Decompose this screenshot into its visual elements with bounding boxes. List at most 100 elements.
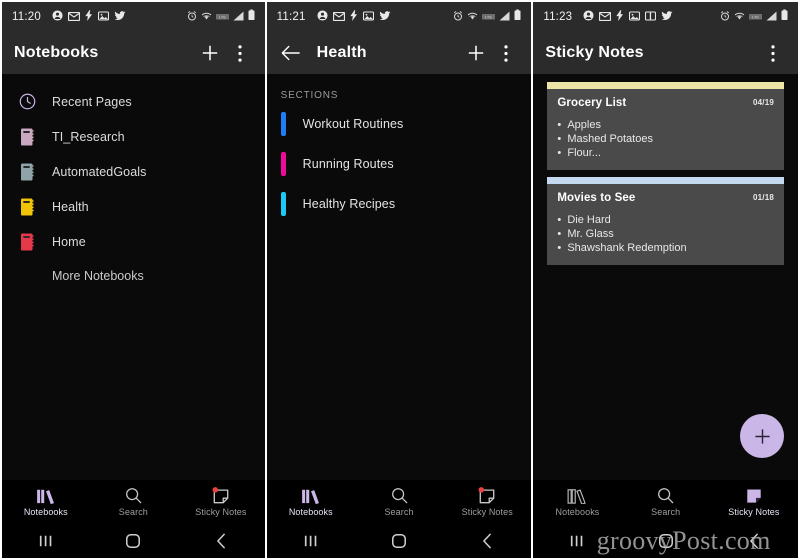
nav-item-label: Notebooks [555, 507, 600, 517]
svg-text:LTE: LTE [752, 15, 759, 20]
note-items: Die Hard Mr. Glass Shawshank Redemption [557, 213, 774, 255]
status-bar-left: 11:21 [277, 8, 454, 26]
add-icon[interactable] [463, 40, 489, 66]
page-title: Sticky Notes [545, 44, 644, 61]
signal-icon [233, 8, 244, 26]
list-item-recent-pages[interactable]: Recent Pages [2, 84, 265, 119]
twitter-icon [661, 8, 673, 26]
mail-icon [67, 8, 81, 26]
search-icon [657, 487, 674, 504]
note-title: Movies to See [557, 192, 636, 204]
status-bar-right: LTE [720, 8, 788, 26]
nav-item-sticky-notes[interactable]: Sticky Notes [177, 480, 265, 524]
screenshot-root: 11:20 LTE Notebooks Recent Pages TI_Rese… [0, 0, 800, 560]
recents-icon[interactable] [2, 534, 90, 548]
sections-list: SECTIONS Workout Routines Running Routes… [266, 74, 532, 480]
back-icon[interactable] [710, 533, 798, 549]
nav-item-notebooks[interactable]: Notebooks [267, 480, 355, 524]
home-icon[interactable] [355, 533, 443, 549]
signal-icon [766, 8, 777, 26]
page-title: Notebooks [14, 44, 99, 61]
nav-item-search[interactable]: Search [355, 480, 443, 524]
note-title: Grocery List [557, 97, 627, 109]
badge-dot [212, 487, 218, 493]
twitter-icon [379, 8, 391, 26]
section-color-tab [280, 151, 286, 176]
nav-item-notebooks[interactable]: Notebooks [2, 480, 90, 524]
more-notebooks-button[interactable]: More Notebooks [2, 259, 265, 293]
overflow-menu-icon[interactable] [760, 40, 786, 66]
sticky-note-icon [212, 487, 230, 504]
note-item: Mr. Glass [557, 227, 774, 241]
list-item-health[interactable]: Health [2, 189, 265, 224]
page-title: Health [316, 44, 367, 61]
app-bar: Sticky Notes [533, 32, 799, 74]
gesture-bar [2, 524, 265, 558]
back-icon[interactable] [177, 533, 265, 549]
account-icon [317, 8, 328, 26]
alarm-icon [187, 8, 197, 26]
nav-item-label: Notebooks [288, 507, 333, 517]
signal-icon [499, 8, 510, 26]
battery-icon [781, 8, 788, 26]
nav-item-search[interactable]: Search [90, 480, 178, 524]
back-icon[interactable] [279, 41, 303, 65]
alarm-icon [720, 8, 730, 26]
list-item-running-routes[interactable]: Running Routes [267, 146, 532, 181]
note-color-strip [547, 82, 785, 89]
nav-item-label: Notebooks [23, 507, 68, 517]
list-item-automatedgoals[interactable]: AutomatedGoals [2, 154, 265, 189]
home-icon[interactable] [90, 533, 178, 549]
account-icon [583, 8, 594, 26]
list-item-label: Health [52, 199, 89, 214]
nav-item-sticky-notes[interactable]: Sticky Notes [710, 480, 798, 524]
recents-icon[interactable] [533, 534, 621, 548]
add-icon [754, 428, 770, 444]
overflow-menu-icon[interactable] [227, 40, 253, 66]
nav-item-notebooks[interactable]: Notebooks [533, 480, 621, 524]
books-icon [36, 487, 56, 504]
add-note-fab[interactable] [740, 414, 785, 458]
note-item: Mashed Potatoes [557, 132, 774, 146]
status-bar-left: 11:20 [12, 8, 187, 26]
more-notebooks-label: More Notebooks [52, 269, 144, 283]
sticky-note-icon [478, 487, 496, 504]
mail-icon [332, 8, 345, 26]
home-icon[interactable] [622, 533, 710, 549]
status-bar: 11:23 LTE [533, 2, 799, 32]
add-icon[interactable] [197, 40, 223, 66]
list-item-workout-routines[interactable]: Workout Routines [267, 106, 532, 141]
notebooks-list: Recent Pages TI_Research AutomatedGoals … [2, 74, 265, 480]
bottom-nav: Notebooks Search Sticky Notes [2, 480, 265, 524]
overflow-menu-icon[interactable] [493, 40, 519, 66]
nav-item-label: Search [651, 507, 681, 517]
phone-screen-sticky-notes: 11:23 LTE Sticky Notes Grocery List 04/1… [533, 0, 800, 560]
status-bar-clock: 11:21 [276, 11, 306, 23]
list-item-label: Running Routes [302, 156, 394, 171]
app-bar: Notebooks [2, 32, 265, 74]
back-icon[interactable] [443, 533, 531, 549]
notebook-icon [16, 128, 38, 146]
list-item-label: AutomatedGoals [52, 164, 147, 179]
status-bar-right: LTE [187, 8, 255, 26]
status-bar-clock: 11:23 [543, 11, 573, 23]
phone-screen-notebooks: 11:20 LTE Notebooks Recent Pages TI_Rese… [0, 0, 265, 560]
recents-icon[interactable] [267, 534, 355, 548]
nav-item-label: Search [384, 507, 414, 517]
sticky-note-card[interactable]: Grocery List 04/19 Apples Mashed Potatoe… [547, 82, 785, 170]
search-icon [125, 487, 142, 504]
list-item-ti-research[interactable]: TI_Research [2, 119, 265, 154]
list-item-healthy-recipes[interactable]: Healthy Recipes [267, 186, 532, 221]
section-color-tab [280, 111, 286, 136]
nav-item-sticky-notes[interactable]: Sticky Notes [443, 480, 531, 524]
nav-item-search[interactable]: Search [622, 480, 710, 524]
list-item-label: Recent Pages [52, 94, 132, 109]
bottom-nav: Notebooks Search Sticky Notes [533, 480, 799, 524]
wifi-icon [467, 8, 478, 26]
list-item-home[interactable]: Home [2, 224, 265, 259]
sticky-note-card[interactable]: Movies to See 01/18 Die Hard Mr. Glass S… [547, 177, 785, 265]
notebook-icon [16, 163, 38, 181]
photo-icon [97, 8, 109, 26]
status-bar: 11:20 LTE [2, 2, 265, 32]
note-date: 01/18 [752, 193, 775, 202]
